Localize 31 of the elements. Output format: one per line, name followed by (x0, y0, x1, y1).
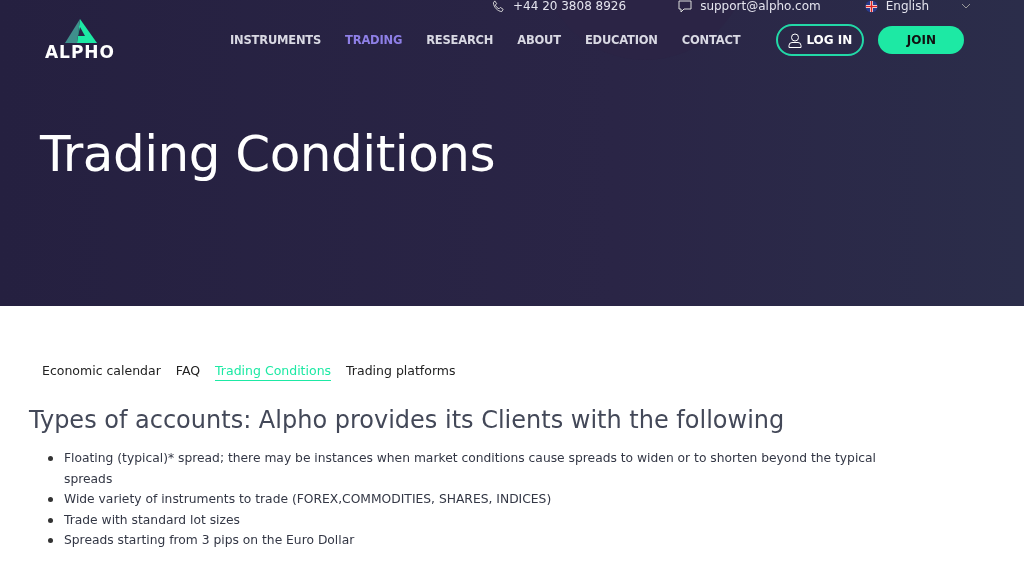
nav-link[interactable]: ABOUT (517, 33, 561, 47)
bullet-icon (48, 517, 53, 523)
triangle-logo-icon (63, 19, 97, 43)
bullet-icon (48, 538, 53, 544)
list-item-text: Trade with standard lot sizes (64, 511, 240, 529)
tab-link[interactable]: Trading platforms (346, 363, 456, 381)
bullet-icon (48, 497, 53, 503)
login-button[interactable]: LOG IN (776, 24, 865, 56)
nav-link[interactable]: EDUCATION (584, 33, 658, 47)
phone-number[interactable]: +44 20 3808 8926 (513, 0, 627, 13)
nav-link[interactable]: CONTACT (681, 33, 741, 47)
list-item-text: Spreads starting from 3 pips on the Euro Dollar (64, 532, 355, 550)
chat-icon (678, 0, 693, 13)
language-selector[interactable]: English (885, 0, 930, 13)
join-button[interactable]: JOIN (878, 26, 965, 54)
email-link[interactable]: support@alpho.com (700, 0, 821, 13)
nav-link[interactable]: TRADING (345, 33, 403, 47)
page-title: Trading Conditions (40, 125, 496, 183)
logo-text[interactable]: ALPHO (44, 43, 116, 61)
phone-icon (492, 0, 505, 13)
user-icon (788, 32, 803, 48)
tab-link[interactable]: Economic calendar (42, 363, 161, 381)
chevron-down-icon[interactable] (961, 3, 972, 9)
list-item-text: Floating (typical)* spread; there may be instances when market conditions cause spreads to widen or to shorten beyond the typical spreads (64, 450, 877, 488)
bullet-icon (48, 456, 53, 461)
nav-link[interactable]: INSTRUMENTS (230, 33, 322, 47)
nav-link[interactable]: RESEARCH (426, 33, 494, 47)
flag-icon (864, 0, 878, 13)
list-item-text: Wide variety of instruments to trade (FOREX,COMMODITIES, SHARES, INDICES) (64, 491, 552, 509)
section-heading: Types of accounts: Alpho provides its Clients with the following (29, 406, 786, 434)
tab-link[interactable]: FAQ (175, 363, 201, 381)
